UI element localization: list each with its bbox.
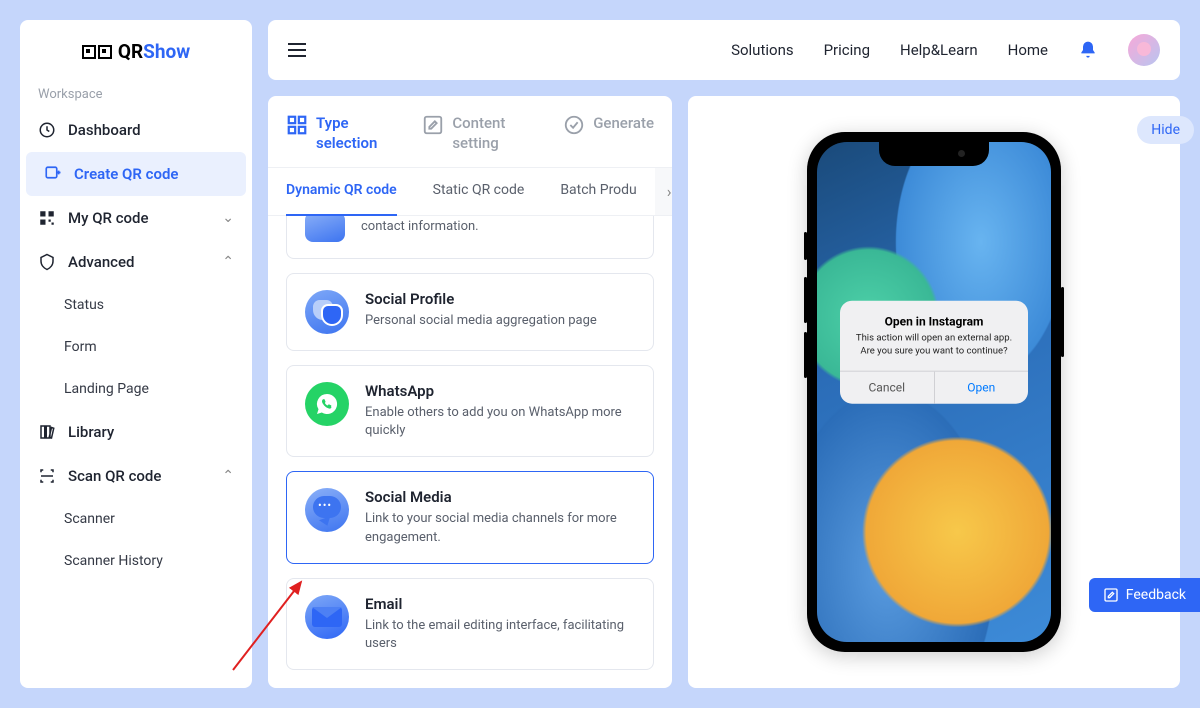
nav-help[interactable]: Help&Learn — [900, 41, 978, 59]
my-qr-icon — [38, 209, 56, 227]
card-desc: Link to your social media channels for m… — [365, 510, 635, 546]
card-title: WhatsApp — [365, 382, 635, 400]
sidebar-label: Advanced — [68, 253, 134, 271]
hide-preview-button[interactable]: Hide — [1137, 116, 1194, 144]
tabs-scroll-right[interactable]: › — [655, 168, 672, 215]
library-icon — [38, 423, 56, 441]
logo[interactable]: QRShow — [20, 32, 252, 81]
scan-icon — [38, 467, 56, 485]
step-type-selection[interactable]: Type selection — [286, 114, 392, 153]
chevron-up-icon: ⌃ — [222, 468, 234, 484]
sidebar-item-advanced[interactable]: Advanced ⌃ — [20, 240, 252, 284]
logo-text: QRShow — [118, 40, 190, 63]
type-card-whatsapp[interactable]: WhatsApp Enable others to add you on Wha… — [286, 365, 654, 457]
phone-notch — [879, 142, 989, 166]
nav-home[interactable]: Home — [1008, 41, 1048, 59]
type-card-social-profile[interactable]: Social Profile Personal social media agg… — [286, 273, 654, 351]
dialog-open-button[interactable]: Open — [935, 371, 1029, 403]
whatsapp-icon — [305, 382, 349, 426]
wizard-steps: Type selection Content setting Generate — [268, 110, 672, 167]
edit-icon — [422, 114, 444, 136]
sidebar-sub-form[interactable]: Form — [20, 326, 252, 368]
sidebar-item-scan[interactable]: Scan QR code ⌃ — [20, 454, 252, 498]
card-title: Email — [365, 595, 635, 613]
sidebar-label: Create QR code — [74, 165, 178, 183]
sidebar-sub-scanner-history[interactable]: Scanner History — [20, 540, 252, 582]
social-media-icon — [305, 488, 349, 532]
sidebar-item-my-qr[interactable]: My QR code ⌄ — [20, 196, 252, 240]
qr-type-tabs: Dynamic QR code Static QR code Batch Pro… — [268, 167, 672, 216]
edit-square-icon — [1103, 587, 1119, 603]
type-card-email[interactable]: Email Link to the email editing interfac… — [286, 578, 654, 670]
sidebar-label: My QR code — [68, 209, 149, 227]
sidebar-item-library[interactable]: Library — [20, 410, 252, 454]
dialog-title: Open in Instagram — [852, 315, 1016, 329]
step-content-setting[interactable]: Content setting — [422, 114, 533, 153]
chevron-up-icon: ⌃ — [222, 254, 234, 270]
tab-dynamic[interactable]: Dynamic QR code — [268, 168, 415, 215]
card-title: Social Media — [365, 488, 635, 506]
card-desc: contact information. — [361, 218, 479, 236]
workspace-label: Workspace — [20, 81, 252, 108]
sidebar-label: Scan QR code — [68, 467, 161, 485]
card-desc: Personal social media aggregation page — [365, 312, 597, 330]
type-card-social-media[interactable]: Social Media Link to your social media c… — [286, 471, 654, 563]
tab-static[interactable]: Static QR code — [415, 168, 543, 215]
card-desc: Link to the email editing interface, fac… — [365, 617, 635, 653]
card-desc: Enable others to add you on WhatsApp mor… — [365, 404, 635, 440]
dashboard-icon — [38, 121, 56, 139]
dialog-message: This action will open an external app.Ar… — [852, 333, 1016, 359]
sidebar-label: Dashboard — [68, 121, 141, 139]
bell-icon[interactable] — [1078, 40, 1098, 60]
social-profile-icon — [305, 290, 349, 334]
topbar: Solutions Pricing Help&Learn Home — [268, 20, 1180, 80]
sidebar-sub-status[interactable]: Status — [20, 284, 252, 326]
sidebar-label: Library — [68, 423, 114, 441]
step-generate[interactable]: Generate — [563, 114, 654, 153]
sidebar-sub-scanner[interactable]: Scanner — [20, 498, 252, 540]
type-selection-panel: Type selection Content setting Generate — [268, 96, 672, 688]
sidebar: QRShow Workspace Dashboard Create QR cod… — [20, 20, 252, 688]
phone-screen: Open in Instagram This action will open … — [817, 142, 1051, 642]
grid-icon — [286, 114, 308, 136]
nav-solutions[interactable]: Solutions — [731, 41, 794, 59]
hamburger-icon[interactable] — [288, 43, 306, 57]
feedback-button[interactable]: Feedback — [1089, 578, 1200, 612]
type-card-contact[interactable]: contact information. — [286, 216, 654, 259]
confirmation-dialog: Open in Instagram This action will open … — [840, 301, 1028, 404]
type-cards-list[interactable]: contact information. Social Profile Pers… — [268, 216, 672, 688]
sidebar-sub-landing[interactable]: Landing Page — [20, 368, 252, 410]
tab-batch[interactable]: Batch Produ — [542, 168, 654, 215]
topbar-nav: Solutions Pricing Help&Learn Home — [731, 34, 1160, 66]
advanced-icon — [38, 253, 56, 271]
email-icon — [305, 595, 349, 639]
card-title: Social Profile — [365, 290, 597, 308]
chevron-down-icon: ⌄ — [222, 210, 234, 226]
sidebar-item-dashboard[interactable]: Dashboard — [20, 108, 252, 152]
qr-logo-icon — [82, 45, 112, 59]
check-circle-icon — [563, 114, 585, 136]
sidebar-item-create-qr[interactable]: Create QR code — [26, 152, 246, 196]
nav-pricing[interactable]: Pricing — [824, 41, 870, 59]
phone-mockup: Open in Instagram This action will open … — [807, 132, 1061, 652]
dialog-cancel-button[interactable]: Cancel — [840, 371, 935, 403]
create-qr-icon — [44, 165, 62, 183]
contact-icon — [305, 216, 345, 242]
avatar[interactable] — [1128, 34, 1160, 66]
